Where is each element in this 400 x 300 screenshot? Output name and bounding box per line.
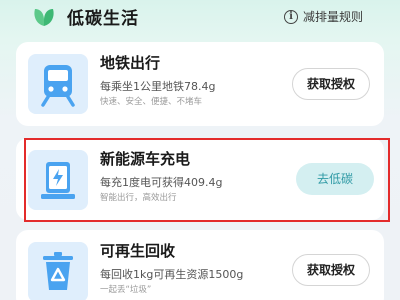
item-tags: 一起丢“垃圾” bbox=[100, 285, 152, 295]
list-item-recycling: 可再生回收 每回收1kg可再生资源1500g 一起丢“垃圾” 获取授权 bbox=[16, 230, 384, 300]
list-item-subway: 地铁出行 每乘坐1公里地铁78.4g 快速、安全、便捷、不堵车 获取授权 bbox=[16, 42, 384, 126]
item-subtitle: 每乘坐1公里地铁78.4g bbox=[100, 80, 216, 93]
emission-rules-link[interactable]: i 减排量规则 bbox=[284, 8, 363, 25]
emission-rules-label: 减排量规则 bbox=[303, 10, 364, 24]
authorize-button[interactable]: 获取授权 bbox=[292, 254, 370, 286]
item-subtitle: 每回收1kg可再生资源1500g bbox=[100, 268, 244, 281]
item-title: 可再生回收 bbox=[100, 242, 176, 260]
item-title: 地铁出行 bbox=[100, 54, 161, 72]
recycle-bin-icon bbox=[43, 252, 73, 290]
authorize-button[interactable]: 获取授权 bbox=[292, 68, 370, 100]
subway-icon-box bbox=[28, 54, 88, 114]
subway-icon bbox=[41, 65, 75, 107]
recycle-icon-box bbox=[28, 242, 88, 300]
info-icon: i bbox=[284, 9, 298, 24]
page-title: 低碳生活 bbox=[67, 9, 139, 29]
selection-highlight-box bbox=[24, 138, 390, 222]
item-tags: 快速、安全、便捷、不堵车 bbox=[100, 97, 203, 107]
header: 低碳生活 i 减排量规则 bbox=[0, 0, 400, 40]
leaf-icon bbox=[34, 9, 54, 26]
